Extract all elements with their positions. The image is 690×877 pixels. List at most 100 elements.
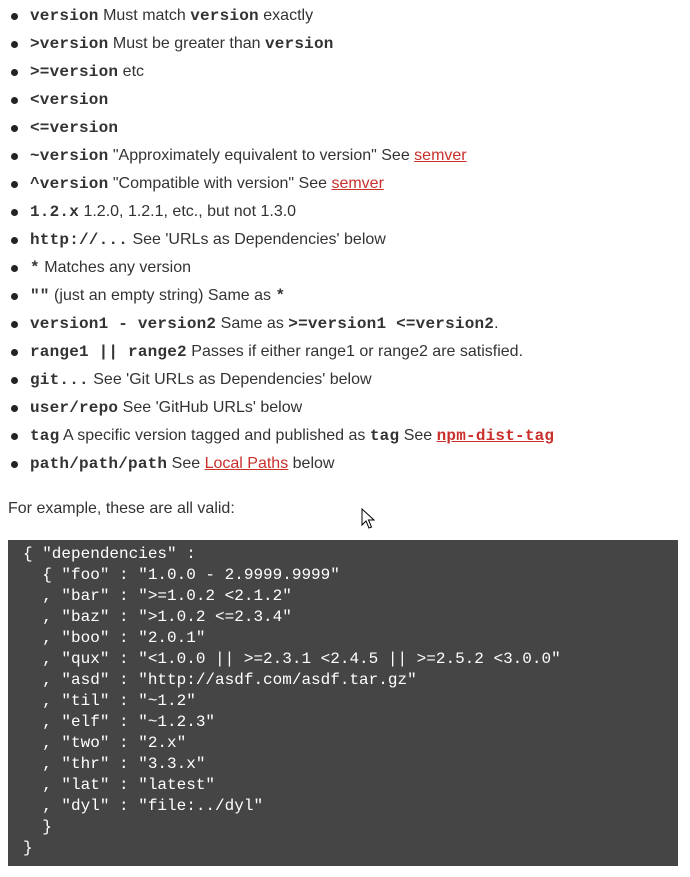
rule-description: Passes if either range1 or range2 are sa…: [186, 343, 524, 360]
rule-item: http://... See 'URLs as Dependencies' be…: [8, 226, 680, 254]
rule-item: * Matches any version: [8, 254, 680, 282]
rule-item: 1.2.x 1.2.0, 1.2.1, etc., but not 1.3.0: [8, 198, 680, 226]
rule-description: See: [399, 427, 437, 444]
version-syntax-code: version: [190, 7, 259, 25]
version-syntax-code: version1 - version2: [30, 315, 217, 333]
link-local-paths[interactable]: Local Paths: [205, 455, 289, 472]
rule-description: See: [167, 455, 205, 472]
rule-description: Must be greater than: [108, 35, 265, 52]
link-semver[interactable]: semver: [414, 147, 466, 164]
code-line: }: [23, 839, 33, 857]
code-line: , "elf" : "~1.2.3": [23, 713, 216, 731]
rule-description: Same as: [216, 315, 289, 332]
code-line: , "bar" : ">=1.0.2 <2.1.2": [23, 587, 292, 605]
version-syntax-code: version: [30, 7, 99, 25]
bullet-icon: [11, 321, 18, 328]
rule-item: "" (just an empty string) Same as *: [8, 282, 680, 310]
rule-item: version1 - version2 Same as >=version1 <…: [8, 310, 680, 338]
code-line: , "two" : "2.x": [23, 734, 187, 752]
rule-item: ~version "Approximately equivalent to ve…: [8, 142, 680, 170]
version-syntax-code: http://...: [30, 231, 129, 249]
version-syntax-code: >=version1 <=version2: [288, 315, 495, 333]
rule-item: range1 || range2 Passes if either range1…: [8, 338, 680, 366]
rule-description: See 'GitHub URLs' below: [118, 399, 303, 416]
bullet-icon: [11, 461, 18, 468]
bullet-icon: [11, 69, 18, 76]
rule-description: exactly: [258, 7, 314, 24]
version-syntax-code: git...: [30, 371, 89, 389]
rule-item: >version Must be greater than version: [8, 30, 680, 58]
version-syntax-code: range1 || range2: [30, 343, 187, 361]
rule-item: tag A specific version tagged and publis…: [8, 422, 680, 450]
dependencies-code-block: { "dependencies" : { "foo" : "1.0.0 - 2.…: [8, 540, 678, 866]
rule-description: etc: [118, 63, 145, 80]
bullet-icon: [11, 181, 18, 188]
rule-item: <=version: [8, 114, 680, 142]
link-npm-dist-tag[interactable]: npm-dist-tag: [436, 427, 555, 445]
rule-item: version Must match version exactly: [8, 2, 680, 30]
bullet-icon: [11, 97, 18, 104]
bullet-icon: [11, 209, 18, 216]
bullet-icon: [11, 13, 18, 20]
version-syntax-code: *: [30, 259, 40, 277]
bullet-icon: [11, 153, 18, 160]
version-syntax-code: ~version: [30, 147, 109, 165]
bullet-icon: [11, 377, 18, 384]
rule-description: (just an empty string) Same as: [49, 287, 276, 304]
version-syntax-code: tag: [369, 427, 400, 445]
link-semver[interactable]: semver: [331, 175, 383, 192]
version-syntax-code: tag: [30, 427, 60, 445]
example-intro: For example, these are all valid:: [8, 500, 235, 517]
rule-description: below: [288, 455, 335, 472]
rule-description: See 'URLs as Dependencies' below: [128, 231, 386, 248]
page: version Must match version exactly >versi…: [0, 0, 690, 877]
rule-description: "Compatible with version" See: [108, 175, 332, 192]
code-line: , "lat" : "latest": [23, 776, 216, 794]
code-line: , "thr" : "3.3.x": [23, 755, 206, 773]
rule-item: git... See 'Git URLs as Dependencies' be…: [8, 366, 680, 394]
rule-item: ^version "Compatible with version" See s…: [8, 170, 680, 198]
version-syntax-code: >=version: [30, 63, 119, 81]
bullet-icon: [11, 125, 18, 132]
bullet-icon: [11, 293, 18, 300]
rule-description: A specific version tagged and published …: [59, 427, 370, 444]
mouse-pointer-icon: [361, 508, 375, 529]
version-syntax-code: 1.2.x: [30, 203, 80, 221]
rule-description: Must match: [98, 7, 191, 24]
version-syntax-code: "": [30, 287, 50, 305]
rule-item: >=version etc: [8, 58, 680, 86]
rule-item: user/repo See 'GitHub URLs' below: [8, 394, 680, 422]
version-syntax-code: >version: [30, 35, 109, 53]
version-rules-list: version Must match version exactly >versi…: [8, 2, 680, 478]
version-syntax-code: user/repo: [30, 399, 119, 417]
link-code: npm-dist-tag: [436, 427, 555, 445]
rule-item: path/path/path See Local Paths below: [8, 450, 680, 478]
code-line: , "asd" : "http://asdf.com/asdf.tar.gz": [23, 671, 417, 689]
rule-description: See 'Git URLs as Dependencies' below: [88, 371, 372, 388]
rule-description: 1.2.0, 1.2.1, etc., but not 1.3.0: [79, 203, 297, 220]
version-syntax-code: version: [264, 35, 334, 53]
bullet-icon: [11, 41, 18, 48]
version-syntax-code: *: [275, 287, 286, 305]
code-line: , "qux" : "<1.0.0 || >=2.3.1 <2.4.5 || >…: [23, 650, 561, 668]
code-line: { "foo" : "1.0.0 - 2.9999.9999": [23, 566, 340, 584]
code-line: { "dependencies" :: [23, 545, 196, 563]
version-syntax-code: <version: [30, 91, 109, 109]
bullet-icon: [11, 405, 18, 412]
rule-description: .: [494, 315, 499, 332]
rule-description: "Approximately equivalent to version" Se…: [108, 147, 415, 164]
code-line: , "til" : "~1.2": [23, 692, 196, 710]
version-syntax-code: <=version: [30, 119, 119, 137]
bullet-icon: [11, 237, 18, 244]
code-line: }: [23, 818, 52, 836]
rule-item: <version: [8, 86, 680, 114]
bullet-icon: [11, 433, 18, 440]
code-line: , "dyl" : "file:../dyl": [23, 797, 264, 815]
bullet-icon: [11, 265, 18, 272]
code-line: , "boo" : "2.0.1": [23, 629, 206, 647]
code-line: , "baz" : ">1.0.2 <=2.3.4": [23, 608, 292, 626]
rule-description: Matches any version: [39, 259, 191, 276]
bullet-icon: [11, 349, 18, 356]
version-syntax-code: ^version: [30, 175, 109, 193]
version-syntax-code: path/path/path: [30, 455, 168, 473]
